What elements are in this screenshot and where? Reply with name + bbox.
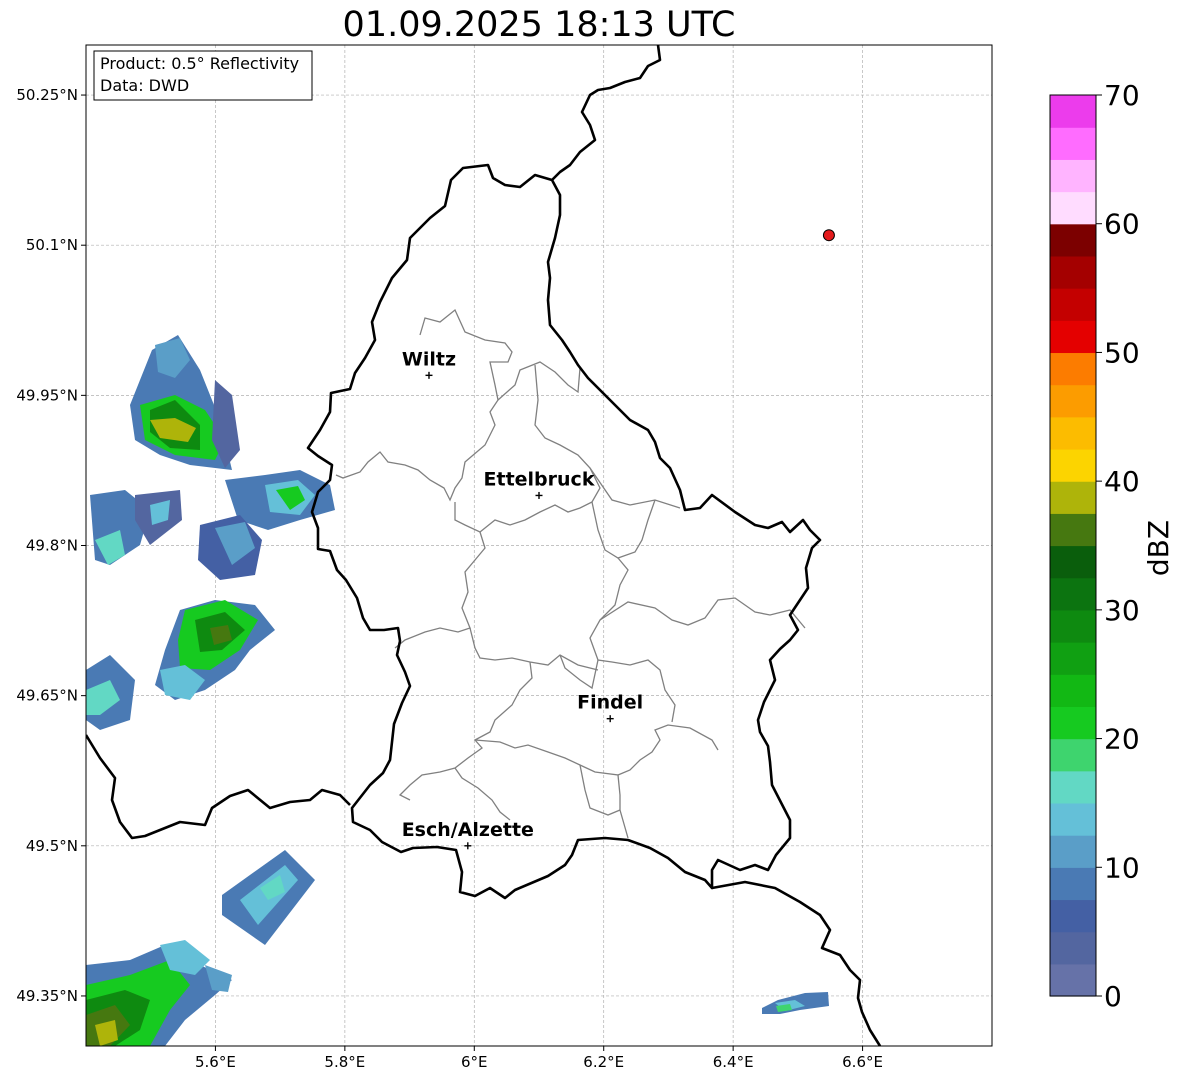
city-label: Wiltz [402,348,456,370]
lat-tick-label: 49.5°N [26,837,78,855]
colorbar-tick-label: 60 [1104,208,1140,241]
info-data-source: Data: DWD [100,76,189,95]
colorbar-tick-label: 40 [1104,465,1140,498]
city-label: Esch/Alzette [402,819,534,841]
colorbar-swatch [1050,513,1096,547]
colorbar-swatch [1050,481,1096,514]
radar-site-marker [822,229,835,242]
colorbar-swatch [1050,288,1096,321]
colorbar-swatch [1050,255,1096,289]
radar-map: Wiltz Ettelbruck Findel Esch/Alzette 5.6°E 5… [16,44,1175,1071]
lon-tick-label: 6.6°E [842,1053,883,1071]
lat-tick-label: 49.65°N [16,687,78,705]
colorbar-swatches [1050,95,1096,997]
colorbar: 0 10 20 30 40 50 60 70 dBZ [1049,79,1175,1013]
lat-tick-label: 49.35°N [16,987,78,1005]
colorbar-swatch [1050,320,1096,354]
colorbar-swatch [1050,577,1096,611]
colorbar-swatch [1050,706,1096,740]
colorbar-swatch [1050,609,1096,643]
colorbar-tick-label: 30 [1104,594,1140,627]
colorbar-swatch [1050,867,1096,901]
colorbar-swatch [1050,770,1096,804]
colorbar-swatch [1050,545,1096,579]
colorbar-swatch [1050,127,1096,160]
colorbar-swatch [1050,448,1096,482]
lon-tick-label: 6.4°E [713,1053,754,1071]
colorbar-swatch [1050,738,1096,772]
lon-tick-label: 5.8°E [324,1053,365,1071]
colorbar-swatch [1050,223,1096,257]
colorbar-swatch [1050,159,1096,193]
colorbar-swatch [1050,384,1096,418]
lat-tick-label: 50.25°N [16,86,78,104]
colorbar-swatch [1050,802,1096,836]
colorbar-ticks: 0 10 20 30 40 50 60 70 [1096,79,1140,1013]
colorbar-tick-label: 20 [1104,723,1140,756]
lon-tick-label: 6°E [461,1053,488,1071]
info-box: Product: 0.5° Reflectivity Data: DWD [93,50,313,101]
colorbar-swatch [1050,352,1096,386]
colorbar-swatch [1050,642,1096,675]
colorbar-swatch [1050,191,1096,225]
lat-tick-label: 50.1°N [26,236,78,254]
colorbar-swatch [1050,95,1096,128]
colorbar-tick-label: 10 [1104,851,1140,884]
colorbar-tick-label: 50 [1104,336,1140,369]
colorbar-swatch [1050,963,1096,997]
colorbar-swatch [1050,416,1096,450]
colorbar-swatch [1050,674,1096,707]
colorbar-tick-label: 70 [1104,79,1140,112]
colorbar-label: dBZ [1142,520,1175,576]
lon-tick-label: 6.2°E [583,1053,624,1071]
colorbar-swatch [1050,835,1096,868]
lat-tick-label: 49.95°N [16,386,78,404]
colorbar-tick-label: 0 [1104,980,1122,1013]
city-label: Ettelbruck [484,468,595,490]
colorbar-swatch [1050,899,1096,933]
info-product: Product: 0.5° Reflectivity [100,54,299,73]
lat-tick-label: 49.8°N [26,537,78,555]
lon-tick-label: 5.6°E [195,1053,236,1071]
colorbar-swatch [1050,931,1096,965]
city-label: Findel [577,692,643,714]
